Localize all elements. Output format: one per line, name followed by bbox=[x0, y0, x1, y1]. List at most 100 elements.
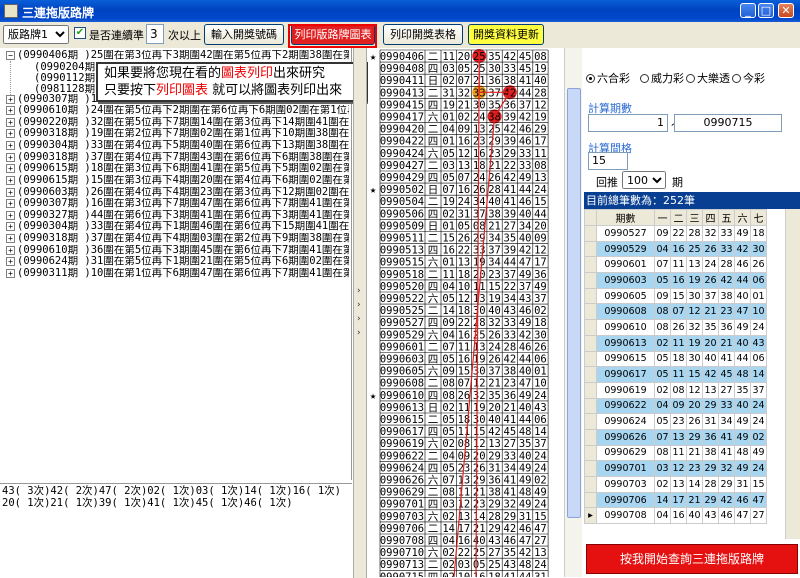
back-count-select[interactable]: 100 bbox=[622, 171, 666, 189]
expand-icon[interactable]: + bbox=[6, 198, 15, 208]
grid-period: 0990715 bbox=[380, 571, 424, 577]
table-row[interactable]: 0990629 08 11 21 38 41 48 49 bbox=[584, 444, 767, 462]
radio-daily[interactable]: 今彩 bbox=[732, 70, 765, 86]
expand-icon[interactable]: + bbox=[6, 175, 15, 185]
table-cell: 42 bbox=[718, 272, 735, 289]
tree-node[interactable]: + (0990615期 )15圍在第3位再下4期圍20圍在第4位再下6期圍02圍在… bbox=[6, 175, 349, 187]
tree-node[interactable]: + (0990318期 )37圍在第4位再下4期圍03圍在第2位再下9期圍38圍在… bbox=[6, 233, 349, 245]
grid-number: 34 bbox=[504, 462, 517, 474]
table-row[interactable]: 0990610 08 26 32 35 36 49 24 bbox=[584, 319, 767, 336]
table-row[interactable]: 0990605 09 15 30 37 38 40 01 bbox=[584, 287, 767, 305]
draw-grid: 0990406 二 11 20 25 35 42 45 08 0990408 四 03 05 25 30 33… bbox=[368, 48, 564, 577]
expand-icon[interactable]: + bbox=[6, 163, 15, 173]
table-row[interactable]: 0990527 09 22 28 32 33 49 18 bbox=[584, 225, 767, 242]
table-row[interactable]: 0990608 08 07 12 21 23 47 10 bbox=[584, 303, 767, 321]
table-row[interactable]: 0990706 14 17 21 29 42 46 47 bbox=[584, 491, 767, 509]
tree-node[interactable]: + (0990610期 )24圍在第5位再下2期圍在第6位再下6期圍02圍在第1位… bbox=[6, 105, 349, 117]
tree-node[interactable]: + (0990318期 )19圍在第2位再下7期圍02圍在第1位再下10期圍38圍… bbox=[6, 128, 349, 140]
consecutive-checkbox[interactable]: ✔ bbox=[74, 27, 86, 39]
expand-icon[interactable]: + bbox=[6, 233, 15, 243]
grid-number: 37 bbox=[488, 87, 501, 99]
table-cell: 03 bbox=[654, 460, 671, 477]
grid-number: 21 bbox=[473, 523, 486, 535]
print-table-button[interactable]: 列印開獎表格 bbox=[383, 24, 463, 45]
grid-period: 0990608 bbox=[380, 378, 424, 390]
close-button[interactable]: ✕ bbox=[778, 3, 794, 18]
grid-scrollbar[interactable] bbox=[564, 48, 582, 577]
table-row[interactable]: 0990601 07 11 13 24 28 46 26 bbox=[584, 256, 767, 274]
expand-icon[interactable]: + bbox=[6, 187, 15, 197]
grid-scroll-thumb[interactable] bbox=[567, 88, 581, 518]
board-select[interactable]: 版路牌1 bbox=[3, 25, 69, 44]
table-row[interactable]: 0990626 07 13 29 36 41 49 02 bbox=[584, 428, 767, 446]
expand-icon[interactable]: + bbox=[6, 152, 15, 162]
grid-weekday: 六 bbox=[428, 366, 439, 378]
table-row[interactable]: 0990617 05 11 15 42 45 48 14 bbox=[584, 366, 767, 383]
grid-number: 17 bbox=[534, 257, 547, 269]
tree-node[interactable]: + (0990304期 )33圍在第4位再下5期圍40圍在第6位再下13期圍38圍… bbox=[6, 140, 349, 152]
table-row[interactable]: 0990603 05 16 19 26 42 44 06 bbox=[584, 272, 767, 289]
interval-input[interactable]: 15 bbox=[588, 152, 628, 170]
table-row[interactable]: 0990619 02 08 12 13 27 35 37 bbox=[584, 381, 767, 399]
radio-dot bbox=[586, 74, 595, 83]
expand-icon[interactable]: + bbox=[6, 245, 15, 255]
table-row[interactable]: 0990615 05 18 30 40 41 44 06 bbox=[584, 350, 767, 368]
table-cell: 17 bbox=[670, 491, 687, 509]
update-data-button[interactable]: 開獎資料更新 bbox=[468, 24, 544, 45]
threshold-input[interactable]: 3 bbox=[146, 24, 164, 44]
radio-big-lotto[interactable]: 大樂透 bbox=[686, 70, 730, 86]
grid-number: 38 bbox=[488, 208, 501, 220]
expand-icon[interactable]: + bbox=[6, 128, 15, 138]
table-cell: 48 bbox=[734, 366, 751, 383]
table-cell: 41 bbox=[718, 444, 735, 462]
tree-node-label: (0990307期 )16圍在第3位再下7期圍47圍在第6位再下7期圍41圍在第… bbox=[17, 198, 349, 209]
table-cell: 34 bbox=[718, 413, 735, 430]
period-to-input[interactable]: 0990715 bbox=[674, 114, 782, 132]
history-table[interactable]: 期數一二三四五六七 0990527 09 22 28 32 33 49 18 0990529 04 1… bbox=[584, 209, 800, 539]
radio-power[interactable]: 威力彩 bbox=[640, 70, 684, 86]
table-cell: 12 bbox=[670, 460, 687, 477]
expand-icon[interactable]: + bbox=[6, 140, 15, 150]
grid-number: 16 bbox=[458, 535, 471, 547]
tree-node[interactable]: + (0990311期 )10圍在第1位再下6期圍47圍在第6位再下7期圍41圍在… bbox=[6, 268, 349, 280]
expand-icon[interactable]: + bbox=[6, 117, 15, 127]
splitter[interactable]: › › › › bbox=[353, 48, 367, 578]
table-row[interactable]: 0990703 02 13 14 28 29 31 15 bbox=[584, 476, 767, 493]
table-row[interactable]: 0990613 02 11 19 20 21 40 43 bbox=[584, 334, 767, 352]
input-numbers-button[interactable]: 輸入開獎號碼 bbox=[204, 24, 284, 45]
maximize-button[interactable]: □ bbox=[758, 3, 774, 18]
expand-icon[interactable]: + bbox=[6, 268, 15, 278]
table-row[interactable]: 0990701 03 12 23 29 32 49 24 bbox=[584, 460, 767, 477]
print-chart-button[interactable]: 列印版路牌圖表 bbox=[291, 24, 375, 45]
collapse-icon[interactable]: − bbox=[6, 50, 15, 60]
table-cell: 30 bbox=[750, 240, 767, 258]
radio-lotto649[interactable]: 六合彩 bbox=[586, 70, 630, 86]
expand-icon[interactable]: + bbox=[6, 221, 15, 231]
table-row[interactable]: 0990622 04 09 20 29 33 40 24 bbox=[584, 397, 767, 415]
table-row[interactable]: 0990624 05 23 26 31 34 49 24 bbox=[584, 413, 767, 430]
table-row[interactable]: 0990529 04 16 25 26 33 42 30 bbox=[584, 240, 767, 258]
grid-number: 35 bbox=[504, 233, 517, 245]
tree-node[interactable]: + (0990615期 )18圍在第3位再下6期圍41圍在第5位再下5期圍02圍在… bbox=[6, 163, 349, 175]
grid-number: 12 bbox=[473, 438, 486, 450]
tree-node[interactable]: + (0990624期 )31圍在第5位再下1期圍21圍在第5位再下6期圍02圍在… bbox=[6, 256, 349, 268]
start-query-button[interactable]: 按我開始查詢三連拖版路牌 bbox=[586, 544, 798, 574]
table-scrollbar[interactable] bbox=[785, 209, 800, 539]
expand-icon[interactable]: + bbox=[6, 256, 15, 266]
row-indicator bbox=[584, 209, 597, 226]
table-row[interactable]: ▸ 0990708 04 16 40 43 46 47 27 bbox=[584, 507, 767, 525]
expand-icon[interactable]: + bbox=[6, 210, 15, 220]
grid-number: 26 bbox=[534, 341, 547, 353]
tree-node[interactable]: + (0990304期 )33圍在第4位再下1期圍46圍在第6位再下15期圍41圍… bbox=[6, 221, 349, 233]
minimize-button[interactable]: _ bbox=[740, 3, 756, 18]
period-from-input[interactable]: 1 bbox=[588, 114, 668, 132]
table-cell: 14 bbox=[686, 476, 703, 493]
expand-icon[interactable]: + bbox=[6, 94, 15, 104]
table-cell: 43 bbox=[750, 334, 767, 352]
tree-node[interactable]: + (0990307期 )16圍在第3位再下7期圍47圍在第6位再下7期圍41圍在… bbox=[6, 198, 349, 210]
tree-node[interactable]: − (0990406期 )25圍在第3位再下3期圍42圍在第5位再下2期圍38圍在… bbox=[6, 50, 349, 62]
grid-number: 25 bbox=[473, 547, 486, 559]
grid-number: 37 bbox=[473, 208, 486, 220]
expand-icon[interactable]: + bbox=[6, 105, 15, 115]
result-tree[interactable]: − (0990406期 )25圍在第3位再下3期圍42圍在第5位再下2期圍38圍在… bbox=[0, 48, 352, 480]
